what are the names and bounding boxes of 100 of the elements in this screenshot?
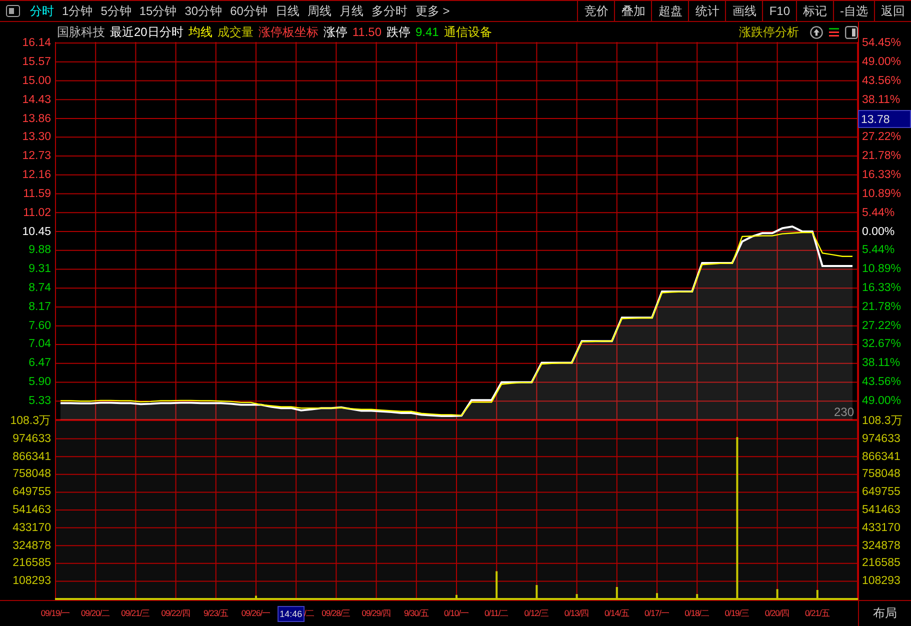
axis-label: 12.73: [22, 148, 51, 164]
axis-label: 38.11%: [862, 92, 900, 108]
axis-label: 16.33%: [862, 281, 902, 296]
tab[interactable]: 60分钟: [226, 1, 272, 21]
axis-label: 216585: [12, 556, 51, 572]
date-label: 09/29/四: [362, 608, 391, 620]
axis-label: 7.60: [28, 318, 51, 334]
axis-label: 11.02: [23, 206, 51, 221]
date-label: 0/11/二: [484, 608, 509, 620]
reading-label: 230: [834, 405, 854, 419]
info-label: 9.41: [416, 25, 439, 39]
axis-label: 16.14: [22, 36, 51, 51]
axis-label: 49.00%: [862, 394, 902, 410]
info-label: 涨停板坐标: [258, 24, 318, 40]
axis-label: 108293: [862, 574, 900, 590]
axis-label: 11.59: [23, 186, 51, 202]
date-label: 0/14/五: [604, 608, 630, 620]
axis-label: 758048: [862, 467, 900, 482]
axis-label: 16.33%: [862, 168, 902, 183]
axis-label: 15.57: [22, 54, 51, 70]
date-label: 09/26/一: [241, 608, 271, 620]
axis-label: 21.78%: [862, 300, 902, 316]
date-label: 9/23/五: [203, 608, 228, 620]
info-label: 最近20日分时: [110, 24, 184, 40]
axis-label: 13.86: [22, 112, 51, 127]
toolbar-button[interactable]: F10: [762, 1, 796, 21]
tab[interactable]: 15分钟: [135, 1, 181, 21]
tab[interactable]: 多分时: [367, 1, 412, 21]
axis-label: 649755: [862, 485, 900, 500]
axis-label: 5.44%: [862, 206, 895, 221]
axis-label: 54.45%: [862, 36, 902, 51]
axis-label: 10.89%: [862, 262, 902, 278]
tab[interactable]: 日线: [271, 1, 304, 21]
axis-label: 32.67%: [862, 337, 902, 352]
date-label: 09/21/三: [121, 608, 150, 620]
axis-label: 866341: [862, 450, 900, 465]
axis-label: 5.33: [28, 394, 51, 410]
axis-label: 0.00%: [862, 224, 895, 240]
toolbar-button[interactable]: 竞价: [577, 1, 614, 21]
panel-icon[interactable]: [6, 5, 20, 17]
axis-label: 541463: [862, 503, 900, 518]
axis-label: 5.44%: [862, 243, 895, 258]
axis-label: 38.11%: [862, 356, 900, 372]
axis-label: 12.16: [22, 168, 51, 183]
axis-label: 541463: [12, 503, 51, 518]
axis-label: 433170: [12, 520, 51, 536]
menu-icon[interactable]: [828, 26, 840, 38]
date-label: 0/18/二: [684, 608, 710, 620]
time-cursor-tag: 14:46: [278, 606, 304, 622]
axis-label: 5.90: [28, 375, 51, 390]
axis-label: 324878: [12, 538, 51, 554]
axis-label: 9.88: [28, 243, 51, 258]
tab[interactable]: 30分钟: [180, 1, 226, 21]
date-label: 09/28/三: [322, 608, 351, 620]
toolbar-button[interactable]: 叠加: [614, 1, 652, 21]
toolbar-button[interactable]: 画线: [725, 1, 762, 21]
tab[interactable]: 1分钟: [58, 1, 97, 21]
axis-label: 7.04: [28, 337, 51, 352]
tab[interactable]: 5分钟: [96, 1, 136, 21]
axis-label: 8.74: [28, 281, 51, 296]
date-label: 0/12/三: [524, 608, 550, 620]
date-label: 0/13/四: [564, 608, 590, 620]
axis-label: 649755: [12, 485, 51, 500]
toolbar-button[interactable]: 返回: [874, 1, 911, 21]
tab[interactable]: 分时: [26, 1, 58, 21]
info-label: 11.50: [352, 25, 382, 39]
axis-label: 9.31: [28, 262, 51, 278]
toolbar-button[interactable]: 超盘: [651, 1, 688, 21]
toolbar-button[interactable]: 统计: [688, 1, 726, 21]
date-label: 09/19/一: [40, 608, 70, 620]
axis-label: 27.22%: [862, 318, 902, 334]
axis-label: 21.78%: [862, 148, 902, 164]
price-cursor-tag: 13.78: [858, 110, 911, 128]
info-label: 通信设备: [444, 24, 492, 40]
axis-label: 15.00: [22, 74, 51, 89]
tab[interactable]: 周线: [303, 1, 336, 21]
axis-label: 43.56%: [862, 74, 902, 89]
axis-label: 8.17: [28, 300, 51, 316]
axis-label: 10.45: [22, 224, 51, 240]
info-label: 涨停: [323, 24, 348, 40]
date-label: 09/22/四: [161, 608, 190, 620]
axis-label: 27.22%: [862, 130, 902, 146]
axis-label: 49.00%: [862, 54, 902, 70]
date-label: 0/17/一: [644, 608, 670, 620]
info-label: 均线: [188, 24, 212, 40]
axis-label: 43.56%: [862, 375, 902, 390]
info-label: 国脉科技: [57, 24, 105, 40]
tab[interactable]: 更多 >: [411, 1, 454, 21]
date-label: 0/10/一: [444, 608, 469, 620]
toolbar-button[interactable]: -自选: [833, 1, 874, 21]
axis-label: 974633: [862, 432, 900, 447]
panel-icon[interactable]: [845, 26, 858, 38]
layout-button[interactable]: 布局: [858, 601, 911, 626]
analysis-link[interactable]: 涨跌停分析: [739, 24, 799, 40]
axis-label: 216585: [862, 556, 900, 572]
tab[interactable]: 月线: [335, 1, 368, 21]
toolbar-button[interactable]: 标记: [796, 1, 833, 21]
date-label: 0/21/五: [804, 608, 830, 620]
axis-label: 108.3万: [862, 414, 903, 429]
date-label: 9/30/五: [404, 608, 429, 620]
